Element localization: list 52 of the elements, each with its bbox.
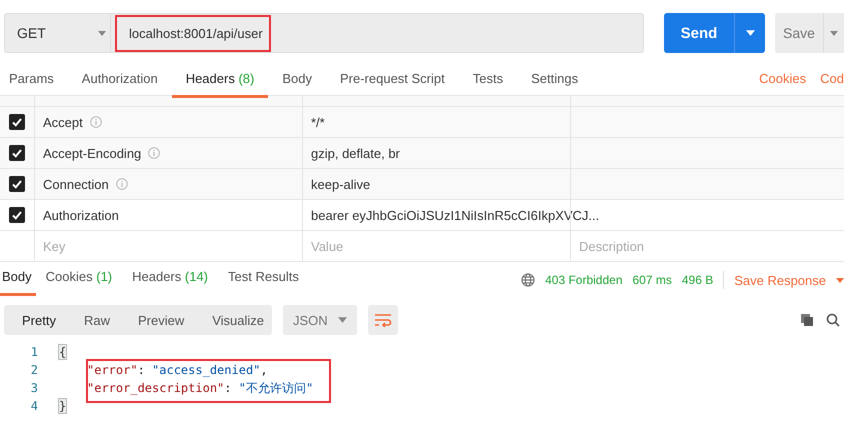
response-tab[interactable]: Headers (14): [122, 264, 218, 296]
send-button[interactable]: Send: [664, 13, 734, 53]
request-tab[interactable]: Params: [0, 66, 68, 98]
view-mode-tab[interactable]: Preview: [124, 305, 198, 335]
url-field[interactable]: localhost:8001/api/user: [110, 13, 644, 53]
view-mode-tab[interactable]: Raw: [70, 305, 124, 335]
line-number: 2: [30, 363, 38, 377]
header-value: gzip, deflate, br: [311, 146, 400, 160]
response-tab[interactable]: Cookies (1): [36, 264, 122, 296]
header-value: */*: [311, 114, 325, 130]
view-mode-tab[interactable]: Visualize: [198, 305, 278, 335]
save-options-button[interactable]: [823, 13, 844, 53]
request-tab[interactable]: Pre-request Script: [326, 66, 459, 98]
request-tab[interactable]: Authorization: [68, 66, 172, 98]
search-icon[interactable]: [826, 313, 840, 327]
checkbox[interactable]: [9, 207, 25, 223]
save-button[interactable]: Save: [775, 13, 823, 53]
line-number: 4: [30, 399, 38, 413]
header-key: Connection: [43, 176, 109, 192]
status-code: 403 Forbidden: [545, 273, 622, 287]
wrap-icon: [374, 313, 392, 327]
header-key: Authorization: [43, 208, 119, 222]
caret-icon: [830, 30, 838, 36]
header-value: keep-alive: [311, 176, 370, 192]
request-tab[interactable]: Tests: [458, 66, 518, 98]
checkbox[interactable]: [9, 145, 25, 161]
code-line: "error": "access_denied",: [87, 363, 268, 377]
header-value: bearer eyJhbGciOiJSUzI1NiIsInR5cCI6IkpXVCJ...: [311, 208, 600, 222]
view-mode-tab[interactable]: Pretty: [8, 305, 70, 335]
caret-icon: [98, 30, 106, 36]
request-tab[interactable]: Settings: [517, 66, 592, 98]
response-time: 607 ms: [632, 273, 672, 287]
checkbox[interactable]: [9, 114, 25, 130]
checkbox[interactable]: [9, 176, 25, 192]
wrap-lines-button[interactable]: [368, 305, 398, 335]
line-number: 3: [30, 381, 38, 395]
caret-icon: [338, 317, 347, 323]
send-options-button[interactable]: [734, 13, 765, 53]
response-tab[interactable]: Body: [0, 264, 36, 296]
copy-icon[interactable]: [800, 313, 814, 327]
globe-icon[interactable]: [521, 273, 536, 287]
request-tab[interactable]: Body: [268, 66, 326, 98]
response-size: 496 B: [682, 273, 714, 287]
header-key: Accept-Encoding: [43, 146, 142, 160]
line-number: 1: [30, 345, 38, 359]
response-tab[interactable]: Test Results: [218, 264, 309, 296]
caret-icon: [746, 30, 754, 36]
caret-icon[interactable]: [836, 278, 844, 282]
format-dropdown[interactable]: JSON: [283, 305, 357, 335]
method-dropdown[interactable]: GET: [4, 13, 110, 53]
code-line: "error_description": "不允许访问": [87, 380, 314, 396]
header-key: Accept: [43, 114, 83, 130]
